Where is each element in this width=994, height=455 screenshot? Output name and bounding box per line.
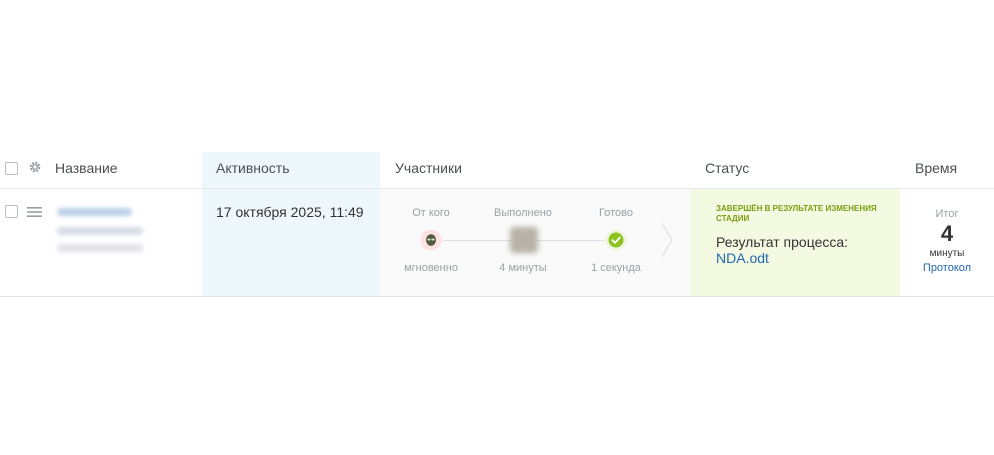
protocol-link[interactable]: Протокол xyxy=(900,262,994,274)
redacted-name-line xyxy=(57,208,132,216)
row-checkbox[interactable] xyxy=(5,205,18,218)
process-grid: Название Активность Участники Статус Вре… xyxy=(0,152,994,297)
redacted-text-line xyxy=(57,227,143,235)
header-time[interactable]: Время xyxy=(915,160,957,176)
header-activity[interactable]: Активность xyxy=(216,160,290,176)
time-label: Итог xyxy=(935,208,959,220)
stage-connector xyxy=(535,240,605,241)
gear-icon[interactable] xyxy=(28,160,42,174)
status-result-label: Результат процесса: xyxy=(716,234,849,250)
grid-header: Название Активность Участники Статус Вре… xyxy=(0,152,994,189)
header-status[interactable]: Статус xyxy=(705,160,749,176)
stage-ready-label: Готово xyxy=(599,207,633,219)
check-icon xyxy=(605,229,627,251)
stage-connector xyxy=(443,240,513,241)
chevron-right-icon xyxy=(661,222,673,258)
redacted-text-line xyxy=(57,244,143,252)
status-title: Завершён в результате изменения стадии xyxy=(716,204,877,223)
row-menu-icon[interactable] xyxy=(27,206,42,218)
table-row[interactable]: 17 октября 2025, 11:49 От кого мгновенно… xyxy=(0,189,994,297)
stage-ready-time: 1 секунда xyxy=(591,262,641,274)
stage-done-label: Выполнено xyxy=(494,207,552,219)
time-value: 4 xyxy=(940,221,954,246)
stage-from-time: мгновенно xyxy=(404,262,458,274)
header-participants[interactable]: Участники xyxy=(395,160,462,176)
blurred-avatar-icon[interactable] xyxy=(510,227,538,253)
result-file-link[interactable]: NDA.odt xyxy=(716,250,769,266)
select-all-checkbox[interactable] xyxy=(5,162,18,175)
stage-done-time: 4 минуты xyxy=(499,262,547,274)
header-name[interactable]: Название xyxy=(55,160,118,176)
activity-date: 17 октября 2025, 11:49 xyxy=(216,204,364,220)
stage-from-label: От кого xyxy=(412,207,450,219)
time-unit: минуты xyxy=(929,248,965,259)
alien-avatar-icon[interactable] xyxy=(420,229,442,251)
